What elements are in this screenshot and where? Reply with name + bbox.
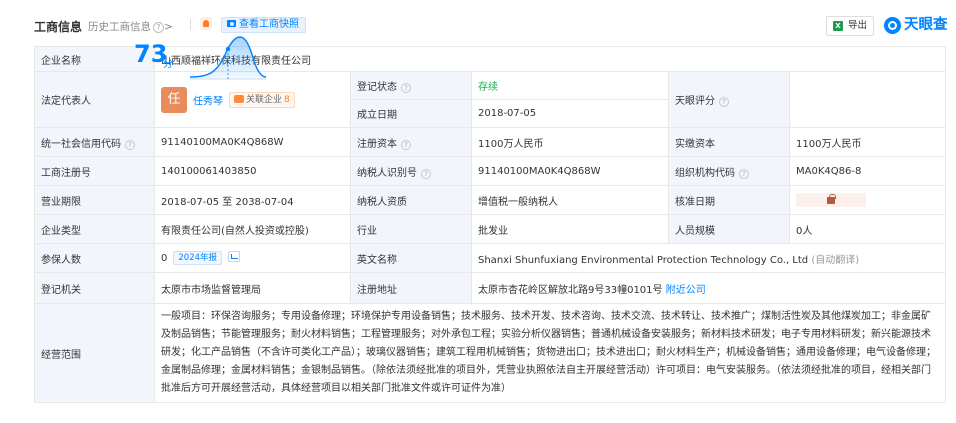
english-name-label: 英文名称 xyxy=(350,243,472,273)
nearby-companies-link[interactable]: 附近公司 xyxy=(666,285,706,296)
excel-icon: X xyxy=(833,21,843,31)
industry-label: 行业 xyxy=(350,214,472,244)
company-type-label: 企业类型 xyxy=(34,214,155,244)
score-distribution-icon xyxy=(189,36,267,80)
scope-label: 经营范围 xyxy=(34,303,155,403)
legal-rep-label: 法定代表人 xyxy=(34,71,155,128)
snapshot-button[interactable]: 查看工商快照 xyxy=(221,17,306,33)
approval-date-cell xyxy=(788,185,947,215)
scope-value: 一般项目：环保咨询服务；专用设备修理；环境保护专用设备销售；技术服务、技术开发、… xyxy=(153,303,947,403)
score-unit: 分 xyxy=(163,59,173,70)
paid-capital-label: 实缴资本 xyxy=(668,127,790,157)
est-date-value: 2018-07-05 xyxy=(471,99,669,128)
score-cell[interactable] xyxy=(788,71,947,128)
reg-authority-value: 太原市市场监督管理局 xyxy=(154,272,351,304)
camera-icon xyxy=(227,20,236,27)
table-row: 登记机关 太原市市场监督管理局 注册地址 太原市杏花岭区解放北路9号33幢010… xyxy=(34,272,947,304)
avatar[interactable]: 任 xyxy=(161,86,187,113)
taxpayer-id-label: 纳税人识别号 xyxy=(357,167,417,179)
table-row: 营业期限 2018-07-05 至 2038-07-04 纳税人资质 增值税一般… xyxy=(34,185,947,215)
org-code-label-cell: 组织机构代码? xyxy=(668,156,790,186)
credit-code-label-cell: 统一社会信用代码? xyxy=(34,127,155,157)
company-type-value: 有限责任公司(自然人投资或控股) xyxy=(154,214,351,244)
approval-date-label: 核准日期 xyxy=(668,185,790,215)
logo-text: 天眼查 xyxy=(904,17,948,33)
term-value: 2018-07-05 至 2038-07-04 xyxy=(154,185,351,215)
table-row: 经营范围 一般项目：环保咨询服务；专用设备修理；环境保护专用设备销售；技术服务、… xyxy=(34,303,947,403)
staff-size-label: 人员规模 xyxy=(668,214,790,244)
auto-translate-note: (自动翻译) xyxy=(811,254,860,266)
term-label: 营业期限 xyxy=(34,185,155,215)
paid-capital-value: 1100万人民币 xyxy=(788,127,947,157)
insured-label: 参保人数 xyxy=(34,243,155,273)
export-label: 导出 xyxy=(848,20,868,31)
snapshot-label: 查看工商快照 xyxy=(239,19,299,30)
export-button[interactable]: X 导出 xyxy=(826,16,874,36)
history-label[interactable]: 历史工商信息 xyxy=(88,21,151,33)
related-label: 关联企业 xyxy=(246,94,283,105)
help-icon[interactable]: ? xyxy=(125,139,135,150)
score-label-cell: 天眼评分? xyxy=(668,71,790,128)
reg-number-label: 工商注册号 xyxy=(34,156,155,186)
legal-rep-name-link[interactable]: 任秀琴 xyxy=(193,96,223,107)
help-icon[interactable]: ? xyxy=(401,139,411,150)
reg-capital-label: 注册资本 xyxy=(357,138,397,150)
est-date-label: 成立日期 xyxy=(350,99,472,128)
staff-size-value: 0人 xyxy=(788,214,947,244)
help-icon[interactable]: ? xyxy=(401,83,411,93)
table-row: 企业类型 有限责任公司(自然人投资或控股) 行业 批发业 人员规模 0人 xyxy=(34,214,947,244)
table-row: 法定代表人 任任秀琴 关联企业 8 登记状态? 存续 天眼评分? xyxy=(34,71,947,128)
table-row: 工商注册号 140100061403850 纳税人识别号? 91140100MA… xyxy=(34,156,947,186)
reg-status-label: 登记状态 xyxy=(357,82,397,93)
english-name-value: Shanxi Shunfuxiang Environmental Protect… xyxy=(478,254,809,266)
reg-address-cell: 太原市杏花岭区解放北路9号33幢0101号 附近公司 xyxy=(470,272,947,304)
trend-chart-icon[interactable] xyxy=(228,251,241,262)
help-icon[interactable]: ? xyxy=(739,168,749,179)
reg-capital-label-cell: 注册资本? xyxy=(350,127,472,157)
eye-logo-icon xyxy=(884,17,901,34)
bell-icon[interactable] xyxy=(200,17,212,30)
reg-status-label-cell: 登记状态? xyxy=(350,71,472,100)
org-code-label: 组织机构代码 xyxy=(675,167,735,179)
insured-value: 0 xyxy=(161,253,168,264)
reg-number-value: 140100061403850 xyxy=(154,156,351,186)
credit-code-value: 91140100MA0K4Q868W xyxy=(154,127,351,157)
reg-status-value: 存续 xyxy=(471,71,669,100)
help-icon[interactable]: ? xyxy=(421,168,431,179)
business-info-table: 企业名称 山西顺福祥环保科技有限责任公司 法定代表人 任任秀琴关联企业8 登记状… xyxy=(34,46,947,403)
lock-icon[interactable] xyxy=(796,193,866,207)
annual-report-badge[interactable]: 2024年报 xyxy=(173,251,223,265)
reg-capital-value: 1100万人民币 xyxy=(471,127,669,157)
taxpayer-qual-label: 纳税人资质 xyxy=(350,185,472,215)
help-icon[interactable]: ? xyxy=(153,22,164,33)
taxpayer-id-value: 91140100MA0K4Q868W xyxy=(471,156,669,186)
related-companies-badge[interactable]: 关联企业 8 xyxy=(229,91,295,108)
insured-cell: 0 2024年报 xyxy=(154,243,351,273)
industry-value: 批发业 xyxy=(471,214,669,244)
credit-code-label: 统一社会信用代码 xyxy=(41,138,121,150)
score-label: 天眼评分 xyxy=(675,96,715,107)
history-link[interactable]: 历史工商信息? > xyxy=(88,19,173,34)
divider xyxy=(190,19,191,30)
section-title: 工商信息 xyxy=(34,20,83,34)
chevron-right-icon[interactable]: > xyxy=(164,21,173,33)
related-count: 8 xyxy=(284,94,290,105)
reg-address-label: 注册地址 xyxy=(350,272,472,304)
org-code-value: MA0K4Q86-8 xyxy=(788,156,947,186)
tianyancha-logo: 天眼查 xyxy=(884,14,948,36)
section-header: 工商信息 历史工商信息? > 查看工商快照 X 导出 天眼查 xyxy=(34,10,950,44)
taxpayer-id-label-cell: 纳税人识别号? xyxy=(350,156,472,186)
reg-address-value: 太原市杏花岭区解放北路9号33幢0101号 xyxy=(478,284,663,296)
table-row: 统一社会信用代码? 91140100MA0K4Q868W 注册资本? 1100万… xyxy=(34,127,947,157)
english-name-cell: Shanxi Shunfuxiang Environmental Protect… xyxy=(470,243,947,273)
taxpayer-qual-value: 增值税一般纳税人 xyxy=(471,185,669,215)
table-row: 参保人数 0 2024年报 英文名称 Shanxi Shunfuxiang Env… xyxy=(34,243,947,273)
reg-authority-label: 登记机关 xyxy=(34,272,155,304)
briefcase-icon xyxy=(234,94,244,103)
company-name-value: 山西顺福祥环保科技有限责任公司 xyxy=(153,46,947,72)
help-icon[interactable]: ? xyxy=(719,97,729,107)
